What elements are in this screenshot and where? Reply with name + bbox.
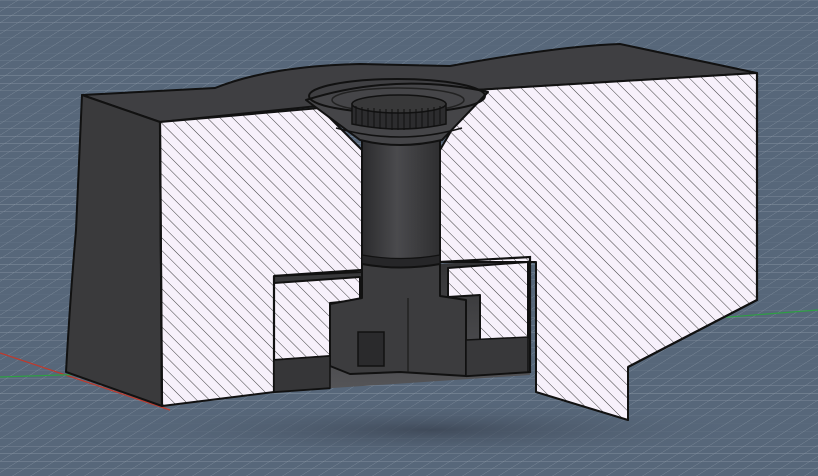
hub-lower-step [465,336,529,377]
cad-scene [0,0,818,476]
cad-viewport[interactable] [0,0,818,476]
central-bore [361,139,441,263]
hub-slot [357,331,385,367]
left-pocket-floor [273,355,331,393]
ground-shadow [100,400,760,460]
left-face [65,94,163,407]
